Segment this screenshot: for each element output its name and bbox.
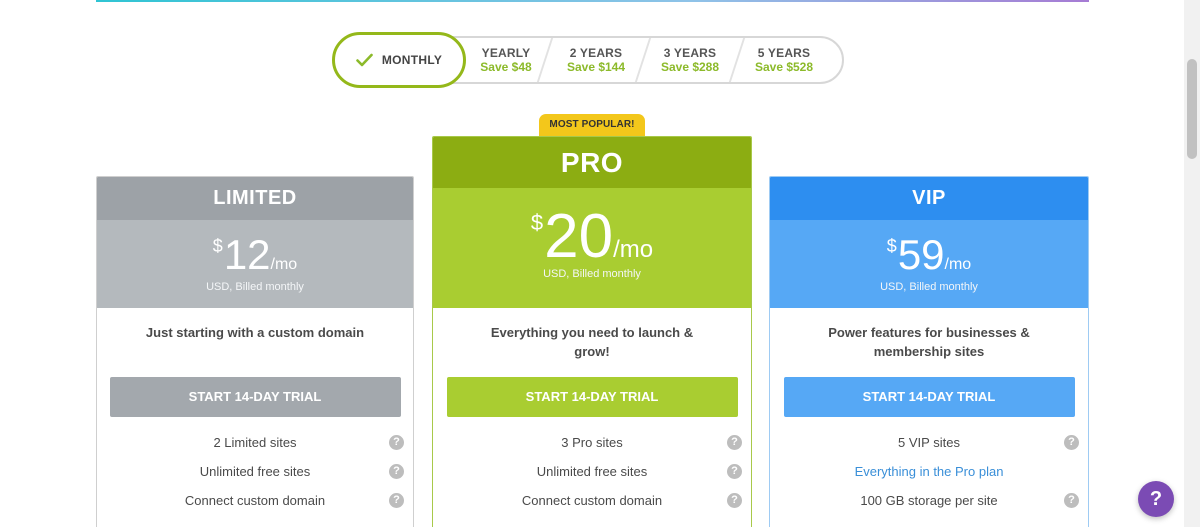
- help-chat-button[interactable]: ?: [1138, 481, 1174, 517]
- price-period: /mo: [270, 256, 298, 273]
- check-icon: [356, 53, 373, 67]
- help-icon[interactable]: ?: [389, 435, 404, 450]
- billing-option-yearly[interactable]: YEARLY Save $48: [474, 38, 538, 82]
- feature-item: 5 VIP sites ?: [770, 428, 1088, 457]
- feature-label: 2 Limited sites: [213, 435, 297, 450]
- price-currency: $: [530, 210, 544, 235]
- price-box: $ 12 /mo USD, Billed monthly: [97, 220, 413, 308]
- price-period: /mo: [944, 256, 972, 273]
- billing-option-3-years[interactable]: 3 YEARS Save $288: [654, 38, 726, 82]
- billing-option-label: YEARLY: [481, 46, 531, 60]
- billing-option-save: Save $48: [480, 60, 532, 74]
- help-icon[interactable]: ?: [727, 435, 742, 450]
- plan-tagline: Just starting with a custom domain: [145, 325, 365, 340]
- price-currency: $: [212, 236, 223, 256]
- feature-item-link[interactable]: Everything in the Pro plan: [770, 457, 1088, 486]
- help-icon[interactable]: ?: [1064, 435, 1079, 450]
- billing-option-label: 2 YEARS: [569, 46, 623, 60]
- billing-note: USD, Billed monthly: [880, 281, 978, 293]
- start-trial-button-pro[interactable]: START 14-DAY TRIAL: [446, 377, 738, 417]
- billing-option-save: Save $528: [754, 60, 814, 74]
- price-amount: 12: [223, 231, 271, 278]
- plan-tagline: Everything you need to launch & grow!: [490, 325, 694, 359]
- feature-label: 5 VIP sites: [898, 435, 960, 450]
- price-currency: $: [886, 236, 897, 256]
- billing-period-selector: YEARLY Save $48 2 YEARS Save $144 3 YEAR…: [332, 32, 844, 88]
- feature-list: 5 VIP sites ? Everything in the Pro plan…: [770, 428, 1088, 515]
- feature-item: Unlimited free sites ?: [97, 457, 413, 486]
- vertical-scrollbar[interactable]: [1184, 0, 1200, 527]
- price-period: /mo: [613, 236, 654, 263]
- feature-label: Unlimited free sites: [199, 464, 311, 479]
- billing-option-label: 3 YEARS: [663, 46, 717, 60]
- feature-item: 100 GB storage per site ?: [770, 486, 1088, 515]
- help-icon[interactable]: ?: [727, 464, 742, 479]
- feature-label: Connect custom domain: [521, 493, 663, 508]
- plan-name: VIP: [770, 177, 1088, 220]
- start-trial-button-limited[interactable]: START 14-DAY TRIAL: [109, 377, 401, 417]
- feature-list: 2 Limited sites ? Unlimited free sites ?…: [97, 428, 413, 515]
- price-box: $ 59 /mo USD, Billed monthly: [770, 220, 1088, 308]
- feature-item: Connect custom domain ?: [433, 486, 751, 515]
- feature-item: 3 Pro sites ?: [433, 428, 751, 457]
- feature-label: 3 Pro sites: [561, 435, 623, 450]
- most-popular-badge: MOST POPULAR!: [539, 114, 645, 136]
- plan-name: LIMITED: [97, 177, 413, 220]
- plan-card-limited: LIMITED $ 12 /mo USD, Billed monthly Jus…: [96, 176, 414, 527]
- feature-label: Everything in the Pro plan: [854, 464, 1004, 479]
- plan-name: PRO: [433, 137, 751, 188]
- plan-card-vip: VIP $ 59 /mo USD, Billed monthly Power f…: [769, 176, 1089, 527]
- billing-note: USD, Billed monthly: [543, 268, 641, 280]
- help-icon[interactable]: ?: [727, 493, 742, 508]
- help-icon[interactable]: ?: [1064, 493, 1079, 508]
- scrollbar-thumb[interactable]: [1187, 59, 1197, 159]
- top-accent-line: [96, 0, 1089, 2]
- feature-item: Connect custom domain ?: [97, 486, 413, 515]
- price-amount: 59: [897, 231, 945, 278]
- billing-option-save: Save $288: [660, 60, 720, 74]
- start-trial-button-vip[interactable]: START 14-DAY TRIAL: [783, 377, 1075, 417]
- feature-item: 2 Limited sites ?: [97, 428, 413, 457]
- price-amount: 20: [544, 202, 614, 271]
- billing-option-5-years[interactable]: 5 YEARS Save $528: [748, 38, 820, 82]
- help-icon[interactable]: ?: [389, 493, 404, 508]
- feature-label: Connect custom domain: [184, 493, 326, 508]
- help-icon[interactable]: ?: [389, 464, 404, 479]
- feature-label: Unlimited free sites: [536, 464, 648, 479]
- billing-option-monthly[interactable]: MONTHLY: [332, 32, 466, 88]
- feature-item: Unlimited free sites ?: [433, 457, 751, 486]
- billing-option-save: Save $144: [566, 60, 626, 74]
- billing-note: USD, Billed monthly: [206, 281, 304, 293]
- billing-option-2-years[interactable]: 2 YEARS Save $144: [558, 38, 634, 82]
- billing-active-label: MONTHLY: [381, 53, 443, 67]
- feature-list: 3 Pro sites ? Unlimited free sites ? Con…: [433, 428, 751, 515]
- plan-tagline: Power features for businesses & membersh…: [828, 325, 1030, 359]
- price-box: $ 20 /mo USD, Billed monthly: [433, 188, 751, 308]
- plan-card-pro: PRO $ 20 /mo USD, Billed monthly Everyth…: [432, 136, 752, 527]
- feature-label: 100 GB storage per site: [860, 493, 998, 508]
- billing-option-label: 5 YEARS: [757, 46, 811, 60]
